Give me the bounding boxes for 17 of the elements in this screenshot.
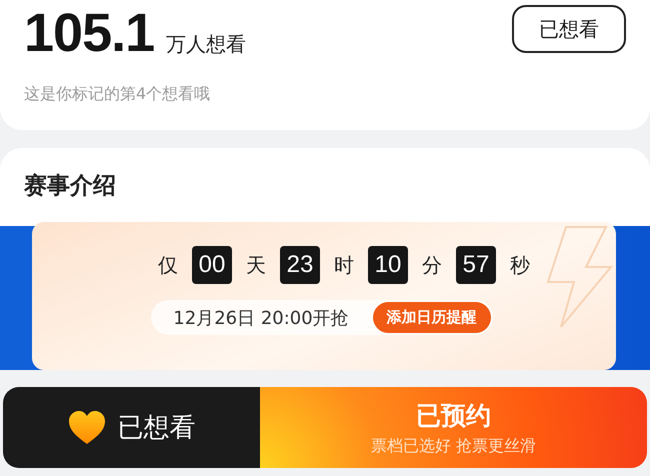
countdown-unit: 分 bbox=[422, 252, 442, 278]
countdown-unit: 秒 bbox=[510, 252, 530, 278]
section-title: 赛事介绍 bbox=[23, 172, 117, 201]
countdown-value: 57 bbox=[456, 246, 496, 284]
start-time: 12月26日 20:00开抢 bbox=[173, 306, 349, 330]
heart-icon bbox=[68, 410, 106, 446]
countdown-value: 00 bbox=[192, 246, 232, 284]
countdown-unit: 时 bbox=[334, 252, 354, 278]
want-count: 105.1 bbox=[24, 2, 154, 64]
wanted-button[interactable]: 已想看 bbox=[3, 387, 260, 468]
countdown-unit: 天 bbox=[246, 252, 266, 278]
countdown-value: 10 bbox=[368, 246, 408, 284]
wanted-button[interactable]: 已想看 bbox=[512, 5, 626, 53]
countdown-value: 23 bbox=[280, 246, 320, 284]
want-unit: 万人想看 bbox=[166, 31, 246, 58]
want-note: 这是你标记的第4个想看哦 bbox=[24, 84, 212, 105]
countdown-prefix: 仅 bbox=[158, 252, 178, 278]
